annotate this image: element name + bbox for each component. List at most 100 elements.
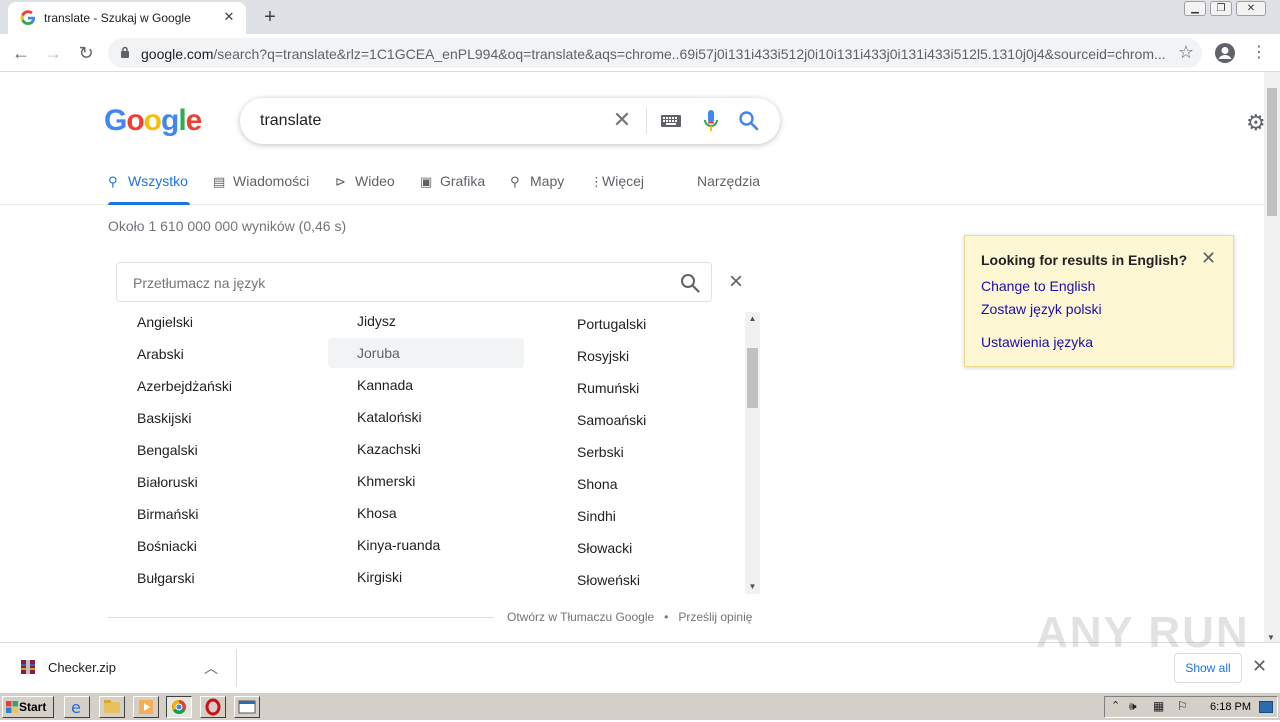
language-option[interactable]: Serbski (577, 444, 624, 460)
send-feedback-link[interactable]: Prześlij opinię (678, 610, 752, 624)
settings-gear-icon[interactable]: ⚙ (1246, 110, 1266, 136)
folder-icon[interactable] (99, 696, 125, 718)
new-tab-icon[interactable]: + (258, 5, 282, 29)
language-option[interactable]: Kazachski (357, 441, 421, 457)
keyboard-icon[interactable] (660, 113, 682, 129)
chrome-taskbar-icon[interactable] (166, 696, 192, 718)
download-divider (236, 649, 237, 687)
clear-search-icon[interactable]: ✕ (610, 108, 634, 132)
change-to-english-link[interactable]: Change to English (981, 278, 1095, 294)
language-option[interactable]: Samoański (577, 412, 646, 428)
tab-wideo[interactable]: ⊳ Wideo (335, 173, 395, 190)
network-icon[interactable]: ▦ (1153, 699, 1164, 713)
results-stats: Około 1 610 000 000 wyników (0,46 s) (108, 218, 347, 234)
volume-icon[interactable]: 🕪 (1129, 699, 1137, 714)
scroll-down-icon[interactable]: ▼ (745, 580, 760, 594)
language-option[interactable]: Shona (577, 476, 617, 492)
microphone-icon[interactable] (703, 109, 719, 133)
close-panel-icon[interactable]: ✕ (1201, 248, 1216, 269)
translator-footer-divider (108, 617, 494, 618)
language-option[interactable]: Rumuński (577, 380, 639, 396)
language-option[interactable]: Azerbejdżański (137, 378, 232, 394)
tab-label: Wideo (355, 173, 395, 189)
tab-narzedzia[interactable]: Narzędzia (697, 173, 760, 189)
video-icon: ⊳ (335, 174, 346, 189)
language-option[interactable]: Jidysz (357, 313, 396, 329)
window-close-icon[interactable]: ✕ (1236, 1, 1266, 16)
language-search-input[interactable]: Przetłumacz na język (133, 275, 265, 291)
active-tab-indicator (108, 202, 190, 205)
language-option[interactable]: Białoruski (137, 474, 198, 490)
language-option[interactable]: Bułgarski (137, 570, 195, 586)
bookmark-star-icon[interactable]: ☆ (1178, 42, 1194, 63)
language-option[interactable]: Kirgiski (357, 569, 402, 585)
search-input[interactable]: translate (260, 112, 321, 130)
language-option[interactable]: Khmerski (357, 473, 415, 489)
chevron-up-icon[interactable]: ︿ (204, 658, 218, 678)
language-option[interactable]: Khosa (357, 505, 397, 521)
forward-icon[interactable]: → (40, 40, 66, 66)
minimize-icon[interactable]: ▁ (1184, 1, 1206, 16)
tab-wiecej[interactable]: ⋮Więcej (590, 173, 644, 190)
language-scrollbar-thumb[interactable] (747, 348, 758, 408)
search-box[interactable]: translate ✕ (240, 98, 780, 144)
opera-icon[interactable] (200, 696, 226, 718)
close-language-list-icon[interactable]: × (724, 270, 748, 294)
show-desktop-icon[interactable] (1259, 701, 1273, 713)
reload-icon[interactable]: ↻ (73, 40, 99, 66)
language-option[interactable]: Angielski (137, 314, 193, 330)
language-option[interactable]: Birmański (137, 506, 198, 522)
language-settings-link[interactable]: Ustawienia języka (981, 334, 1093, 350)
scroll-down-icon[interactable]: ▼ (1267, 633, 1275, 642)
browser-tab[interactable]: translate - Szukaj w Google ✕ (8, 2, 246, 34)
target-language-search[interactable]: Przetłumacz na język (116, 262, 712, 302)
search-icon[interactable] (738, 110, 760, 132)
tab-title: translate - Szukaj w Google (44, 11, 191, 25)
keep-polish-link[interactable]: Zostaw język polski (981, 301, 1102, 317)
back-icon[interactable]: ← (8, 40, 34, 66)
language-option[interactable]: Sindhi (577, 508, 616, 524)
google-favicon-icon (20, 10, 35, 25)
address-bar[interactable]: google.com/search?q=translate&rlz=1C1GCE… (108, 38, 1202, 68)
tab-wszystko[interactable]: ⚲ Wszystko (108, 173, 188, 190)
language-option[interactable]: Słoweński (577, 572, 640, 588)
language-option[interactable]: Portugalski (577, 316, 646, 332)
download-filename[interactable]: Checker.zip (48, 660, 116, 675)
search-icon[interactable] (679, 272, 701, 294)
profile-icon[interactable] (1214, 42, 1236, 64)
google-logo[interactable]: Google (104, 104, 202, 138)
language-option[interactable]: Kannada (357, 377, 413, 393)
app-window-icon[interactable] (234, 696, 260, 718)
language-option[interactable]: Rosyjski (577, 348, 629, 364)
language-option[interactable]: Kataloński (357, 409, 422, 425)
language-option[interactable]: Baskijski (137, 410, 191, 426)
tab-grafika[interactable]: ▣ Grafika (420, 173, 485, 190)
chrome-menu-icon[interactable]: ⋮ (1246, 40, 1272, 66)
language-option[interactable]: Bośniacki (137, 538, 197, 554)
flag-icon[interactable]: ⚐ (1177, 699, 1188, 713)
language-option[interactable]: Joruba (357, 345, 400, 361)
open-in-translate-link[interactable]: Otwórz w Tłumaczu Google (507, 610, 654, 624)
tab-label: Narzędzia (697, 173, 761, 189)
windows-flag-icon (6, 701, 18, 713)
language-option[interactable]: Kinya-ruanda (357, 537, 440, 553)
language-list-scrollbar[interactable]: ▲ ▼ (745, 312, 760, 594)
media-player-icon[interactable] (133, 696, 159, 718)
tab-wiadomosci[interactable]: ▤ Wiadomości (213, 173, 309, 190)
scroll-up-icon[interactable]: ▲ (745, 312, 760, 326)
tray-expand-icon[interactable]: ⌃ (1111, 699, 1120, 712)
language-option[interactable]: Słowacki (577, 540, 632, 556)
taskbar: Start e ⌃ 🕪 ▦ ⚐ 6:18 PM (0, 692, 1280, 720)
start-button[interactable]: Start (2, 696, 54, 718)
page-scrollbar[interactable]: ▼ (1264, 72, 1280, 642)
page-scrollbar-thumb[interactable] (1267, 88, 1277, 216)
tab-mapy[interactable]: ⚲ Mapy (510, 173, 564, 190)
language-option[interactable]: Arabski (137, 346, 184, 362)
close-download-bar-icon[interactable]: ✕ (1252, 656, 1267, 677)
ie-icon[interactable]: e (64, 696, 90, 718)
close-tab-icon[interactable]: ✕ (220, 8, 238, 26)
url-host: google.com (141, 46, 214, 62)
restore-icon[interactable]: ❐ (1210, 1, 1232, 16)
browser-toolbar: ← → ↻ google.com/search?q=translate&rlz=… (0, 34, 1280, 72)
language-option[interactable]: Bengalski (137, 442, 198, 458)
